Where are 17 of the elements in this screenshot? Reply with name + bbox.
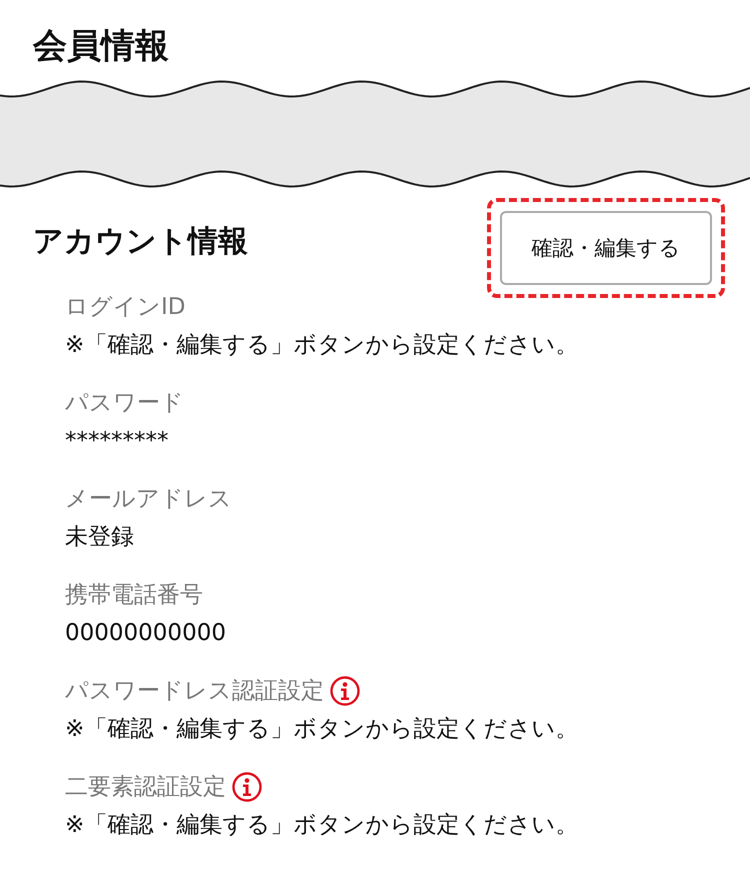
edit-button[interactable]: 確認・編集する — [500, 211, 712, 285]
info-icon[interactable] — [232, 772, 262, 802]
page-title: 会員情報 — [32, 25, 170, 68]
field-value: ※「確認・編集する」ボタンから設定ください。 — [65, 715, 580, 744]
field-label: 携帯電話番号 — [65, 581, 203, 610]
field-value: 00000000000 — [65, 619, 227, 648]
field-value: ※「確認・編集する」ボタンから設定ください。 — [65, 331, 580, 360]
field-label: ログインID — [65, 293, 186, 322]
field-value: ********* — [65, 427, 170, 456]
field-label: 二要素認証設定 — [65, 773, 226, 802]
field-label: パスワード — [65, 389, 184, 418]
field-value: 未登録 — [65, 523, 135, 552]
field-value: ※「確認・編集する」ボタンから設定ください。 — [65, 811, 580, 840]
section-title: アカウント情報 — [33, 223, 248, 261]
field-label: メールアドレス — [65, 485, 232, 514]
info-icon[interactable] — [330, 676, 360, 706]
field-label: パスワードレス認証設定 — [65, 677, 324, 706]
